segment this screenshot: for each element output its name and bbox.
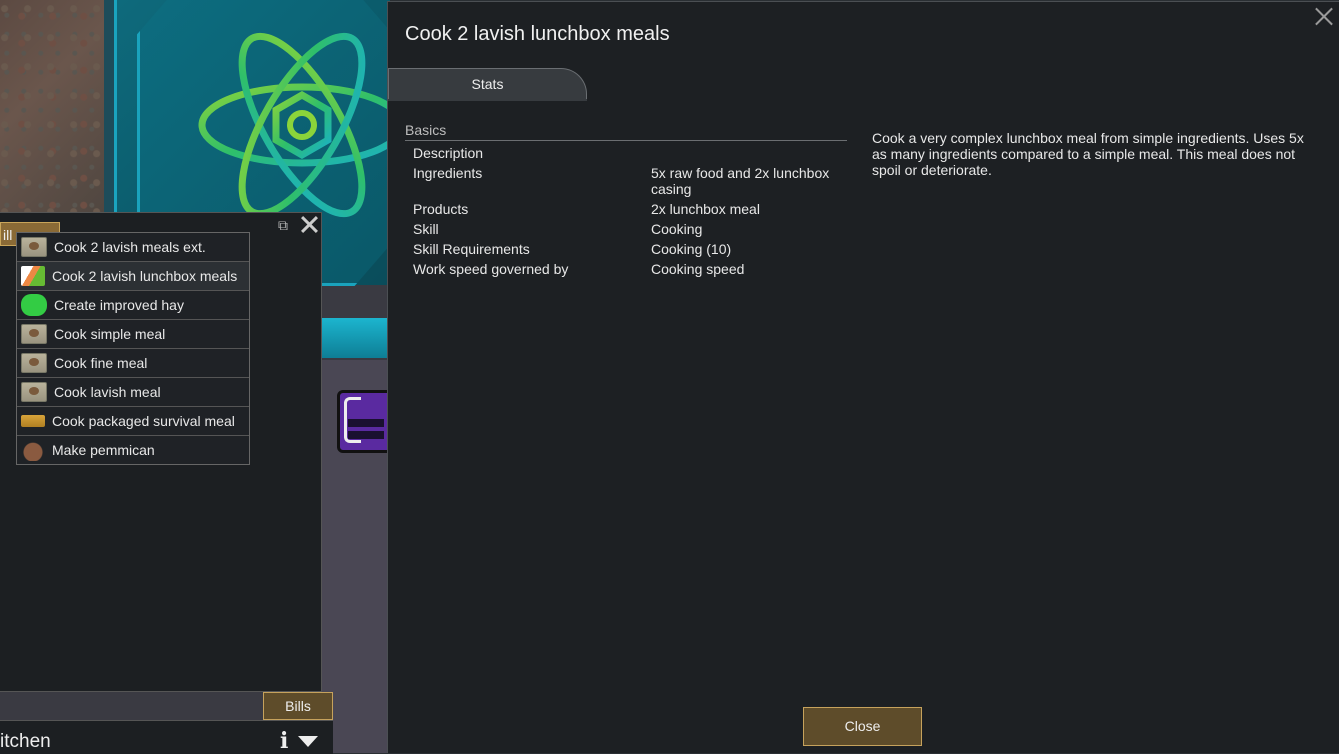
pemmican-icon <box>21 439 45 461</box>
stat-key: Products <box>413 201 469 217</box>
close-icon[interactable] <box>1313 5 1335 27</box>
stat-value: 2x lunchbox meal <box>651 201 760 217</box>
cyan-conduit <box>320 318 390 358</box>
hay-icon <box>21 294 47 316</box>
stats-table: Basics Description Ingredients 5x raw fo… <box>405 122 847 277</box>
stat-value: Cooking (10) <box>651 241 732 257</box>
menu-item-label: Create improved hay <box>54 297 184 313</box>
menu-item-lavish-meal[interactable]: Cook lavish meal <box>17 378 249 407</box>
menu-item-label: Cook fine meal <box>54 355 148 371</box>
soil-terrain <box>0 0 108 215</box>
info-icon[interactable]: i <box>280 728 288 754</box>
stat-row-skill-requirements[interactable]: Skill Requirements Cooking (10) <box>405 241 847 257</box>
menu-item-improved-hay[interactable]: Create improved hay <box>17 291 249 320</box>
menu-item-label: Cook 2 lavish meals ext. <box>54 239 206 255</box>
wall-segment <box>104 0 114 215</box>
menu-item-label: Cook 2 lavish lunchbox meals <box>52 268 238 284</box>
stat-key: Ingredients <box>413 165 483 181</box>
stat-row-description[interactable]: Description <box>405 145 847 161</box>
close-icon[interactable] <box>298 213 320 235</box>
stat-key: Description <box>413 145 484 161</box>
tab-stats[interactable]: Stats <box>388 68 587 100</box>
atom-floor-icon <box>198 32 390 218</box>
menu-item-label: Make pemmican <box>52 442 155 458</box>
copy-icon[interactable]: ⧉ <box>278 217 288 234</box>
stat-row-ingredients[interactable]: Ingredients 5x raw food and 2x lunchbox … <box>405 165 847 197</box>
menu-item-survival-meal[interactable]: Cook packaged survival meal <box>17 407 249 436</box>
stat-row-products[interactable]: Products 2x lunchbox meal <box>405 201 847 217</box>
menu-item-fine-meal[interactable]: Cook fine meal <box>17 349 249 378</box>
recipe-info-dialog: Cook 2 lavish lunchbox meals Stats Basic… <box>387 1 1339 753</box>
menu-item-label: Cook simple meal <box>54 326 166 342</box>
stat-value: 5x raw food and 2x lunchbox casing <box>651 165 830 197</box>
stat-key: Work speed governed by <box>413 261 569 277</box>
menu-item-simple-meal[interactable]: Cook simple meal <box>17 320 249 349</box>
menu-item-lavish-meals-ext[interactable]: Cook 2 lavish meals ext. <box>17 233 249 262</box>
stat-value <box>651 145 841 161</box>
room-label: itchen <box>0 731 51 752</box>
section-header: Basics <box>405 122 847 141</box>
close-button[interactable]: Close <box>803 707 922 746</box>
menu-item-pemmican[interactable]: Make pemmican <box>17 436 249 464</box>
bills-tab-button[interactable]: Bills <box>263 692 333 720</box>
chevron-down-icon[interactable] <box>298 736 318 747</box>
stat-row-work-speed[interactable]: Work speed governed by Cooking speed <box>405 261 847 277</box>
meal-icon <box>21 324 47 344</box>
stat-key: Skill Requirements <box>413 241 530 257</box>
lunchbox-icon <box>21 266 45 286</box>
recipe-dropdown-menu: Cook 2 lavish meals ext. Cook 2 lavish l… <box>16 232 250 465</box>
description-text: Cook a very complex lunchbox meal from s… <box>872 130 1304 178</box>
stat-value: Cooking speed <box>651 261 745 277</box>
menu-item-label: Cook lavish meal <box>54 384 161 400</box>
menu-item-lavish-lunchbox[interactable]: Cook 2 lavish lunchbox meals <box>17 262 249 291</box>
meal-icon <box>21 237 47 257</box>
meal-icon <box>21 353 47 373</box>
survival-meal-icon <box>21 415 45 427</box>
purple-stove-icon[interactable] <box>337 390 390 453</box>
stat-row-skill[interactable]: Skill Cooking <box>405 221 847 237</box>
stat-value: Cooking <box>651 221 703 237</box>
menu-item-label: Cook packaged survival meal <box>52 413 235 429</box>
tab-underline <box>388 99 587 101</box>
stat-key: Skill <box>413 221 439 237</box>
meal-icon <box>21 382 47 402</box>
dialog-title: Cook 2 lavish lunchbox meals <box>405 23 670 45</box>
